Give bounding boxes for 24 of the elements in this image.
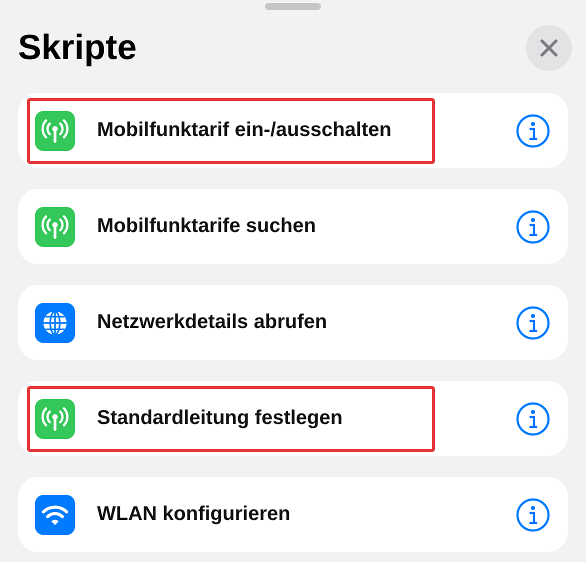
info-icon[interactable] — [516, 498, 550, 532]
globe-icon — [35, 302, 75, 342]
antenna-icon — [35, 206, 75, 246]
wifi-icon — [35, 494, 75, 534]
script-row[interactable]: Netzwerkdetails abrufen — [18, 285, 568, 360]
info-icon[interactable] — [516, 402, 550, 436]
sheet-title: Skripte — [18, 28, 137, 68]
script-name: Mobilfunktarife suchen — [97, 215, 316, 238]
info-icon[interactable] — [516, 114, 550, 148]
info-icon[interactable] — [516, 210, 550, 244]
close-icon — [539, 38, 559, 58]
script-row[interactable]: Mobilfunktarife suchen — [18, 189, 568, 264]
info-icon[interactable] — [516, 306, 550, 340]
antenna-icon — [35, 110, 75, 150]
script-row[interactable]: Standardleitung festlegen — [18, 381, 568, 456]
antenna-icon — [35, 398, 75, 438]
script-name: Standardleitung festlegen — [97, 407, 343, 430]
script-name: WLAN konfigurieren — [97, 503, 290, 526]
script-row[interactable]: WLAN konfigurieren — [18, 477, 568, 552]
grabber-handle[interactable] — [265, 3, 321, 10]
script-row[interactable]: Mobilfunktarif ein-/ausschalten — [18, 93, 568, 168]
close-button[interactable] — [526, 25, 572, 71]
script-name: Mobilfunktarif ein-/ausschalten — [97, 119, 392, 142]
script-name: Netzwerkdetails abrufen — [97, 311, 328, 334]
